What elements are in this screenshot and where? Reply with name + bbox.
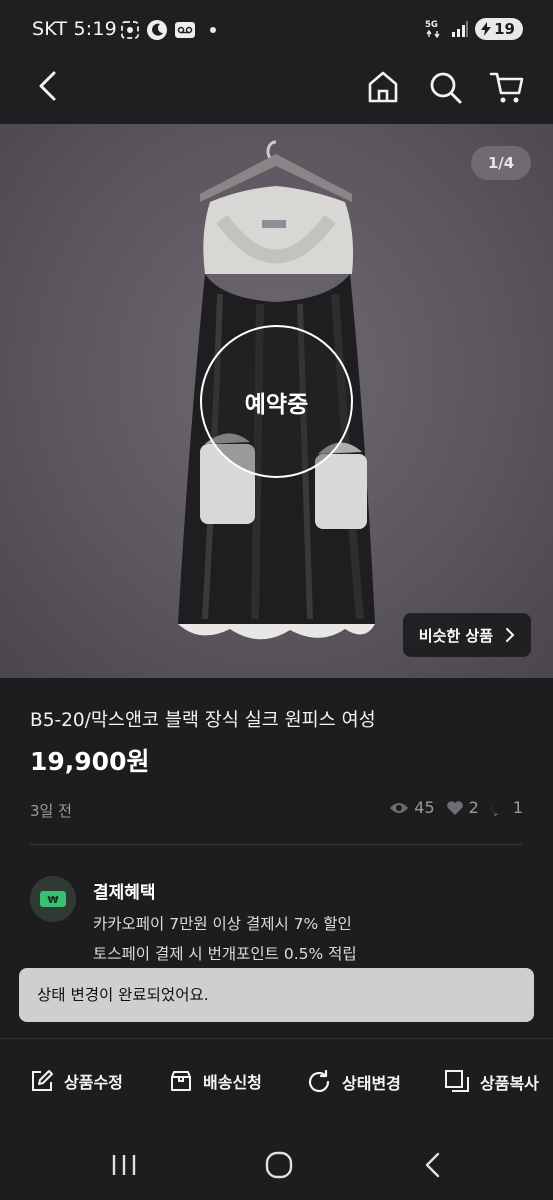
similar-products-button[interactable]: 비슷한 상품 (402, 613, 531, 657)
likes-count: 2 (468, 798, 479, 817)
reserved-status-badge: 예약중 (200, 325, 353, 478)
benefit-icon-text: ₩ (47, 895, 58, 906)
status-time: SKT 5:19 (32, 18, 117, 40)
views-stat: 45 (389, 798, 435, 817)
battery-indicator: 19 (475, 18, 523, 40)
back-icon[interactable] (30, 68, 66, 104)
refresh-icon (308, 1069, 330, 1093)
box-icon (171, 1071, 191, 1091)
similar-products-label: 비슷한 상품 (418, 626, 493, 645)
voicemail-icon (175, 22, 195, 38)
benefit-title: 결제혜택 (93, 883, 156, 903)
home-icon[interactable] (364, 68, 402, 106)
system-nav-bar (0, 1128, 553, 1200)
recent-apps-icon[interactable] (106, 1148, 142, 1182)
shipping-request-label: 배송신청 (203, 1073, 262, 1092)
edit-product-label: 상품수정 (64, 1073, 123, 1092)
copy-product-label: 상품복사 (480, 1074, 539, 1093)
product-title: B5-20/막스앤코 블랙 장식 실크 원피스 여성 (30, 710, 376, 731)
status-change-toast: 상태 변경이 완료되었어요. (19, 968, 534, 1022)
status-bar: SKT 5:19 5G 19 (0, 0, 553, 58)
page-counter: 1/4 (471, 146, 531, 180)
benefit-tosspay: 토스페이 결제 시 번개포인트 0.5% 적립 (93, 945, 357, 963)
heart-icon (446, 800, 463, 815)
likes-stat: 2 (446, 798, 479, 817)
seller-action-bar: 상품수정 배송신청 상태변경 상품복사 (0, 1038, 553, 1128)
edit-icon (32, 1070, 53, 1091)
product-price: 19,900원 (30, 747, 150, 776)
copy-icon (445, 1070, 469, 1092)
svg-text:5G: 5G (425, 20, 438, 30)
benefit-kakaopay: 카카오페이 7만원 이상 결제시 7% 할인 (93, 915, 352, 933)
home-nav-icon[interactable] (261, 1148, 297, 1182)
network-5g-icon: 5G (425, 20, 440, 39)
change-status-button[interactable]: 상태변경 (306, 1069, 401, 1095)
chat-bubble-icon (490, 800, 499, 816)
app-bar (0, 58, 553, 124)
search-icon[interactable] (426, 68, 464, 106)
chats-stat: 1 (490, 798, 523, 817)
divider (30, 844, 522, 845)
edit-product-button[interactable]: 상품수정 (30, 1069, 123, 1093)
dnd-moon-icon (147, 20, 167, 40)
battery-level: 19 (494, 20, 515, 38)
posted-time: 3일 전 (30, 802, 72, 820)
views-count: 45 (414, 798, 435, 817)
screenshot-icon (121, 21, 139, 39)
product-image-gallery[interactable]: 1/4 예약중 비슷한 상품 (0, 124, 553, 678)
eye-icon (390, 802, 409, 813)
chevron-right-icon (506, 628, 515, 642)
status-right: 5G 19 (425, 18, 523, 40)
charging-bolt-icon (481, 22, 492, 36)
payment-benefit-icon: ₩ (30, 876, 76, 922)
signal-icon (452, 21, 469, 37)
notification-dot (210, 27, 216, 33)
product-stats: 45 2 1 (383, 798, 523, 817)
back-nav-icon[interactable] (416, 1148, 452, 1182)
status-icons (120, 19, 216, 41)
shipping-request-button[interactable]: 배송신청 (169, 1069, 262, 1093)
cart-icon[interactable] (488, 68, 526, 106)
copy-product-button[interactable]: 상품복사 (444, 1069, 539, 1095)
change-status-label: 상태변경 (342, 1074, 401, 1093)
chats-count: 1 (512, 798, 523, 817)
